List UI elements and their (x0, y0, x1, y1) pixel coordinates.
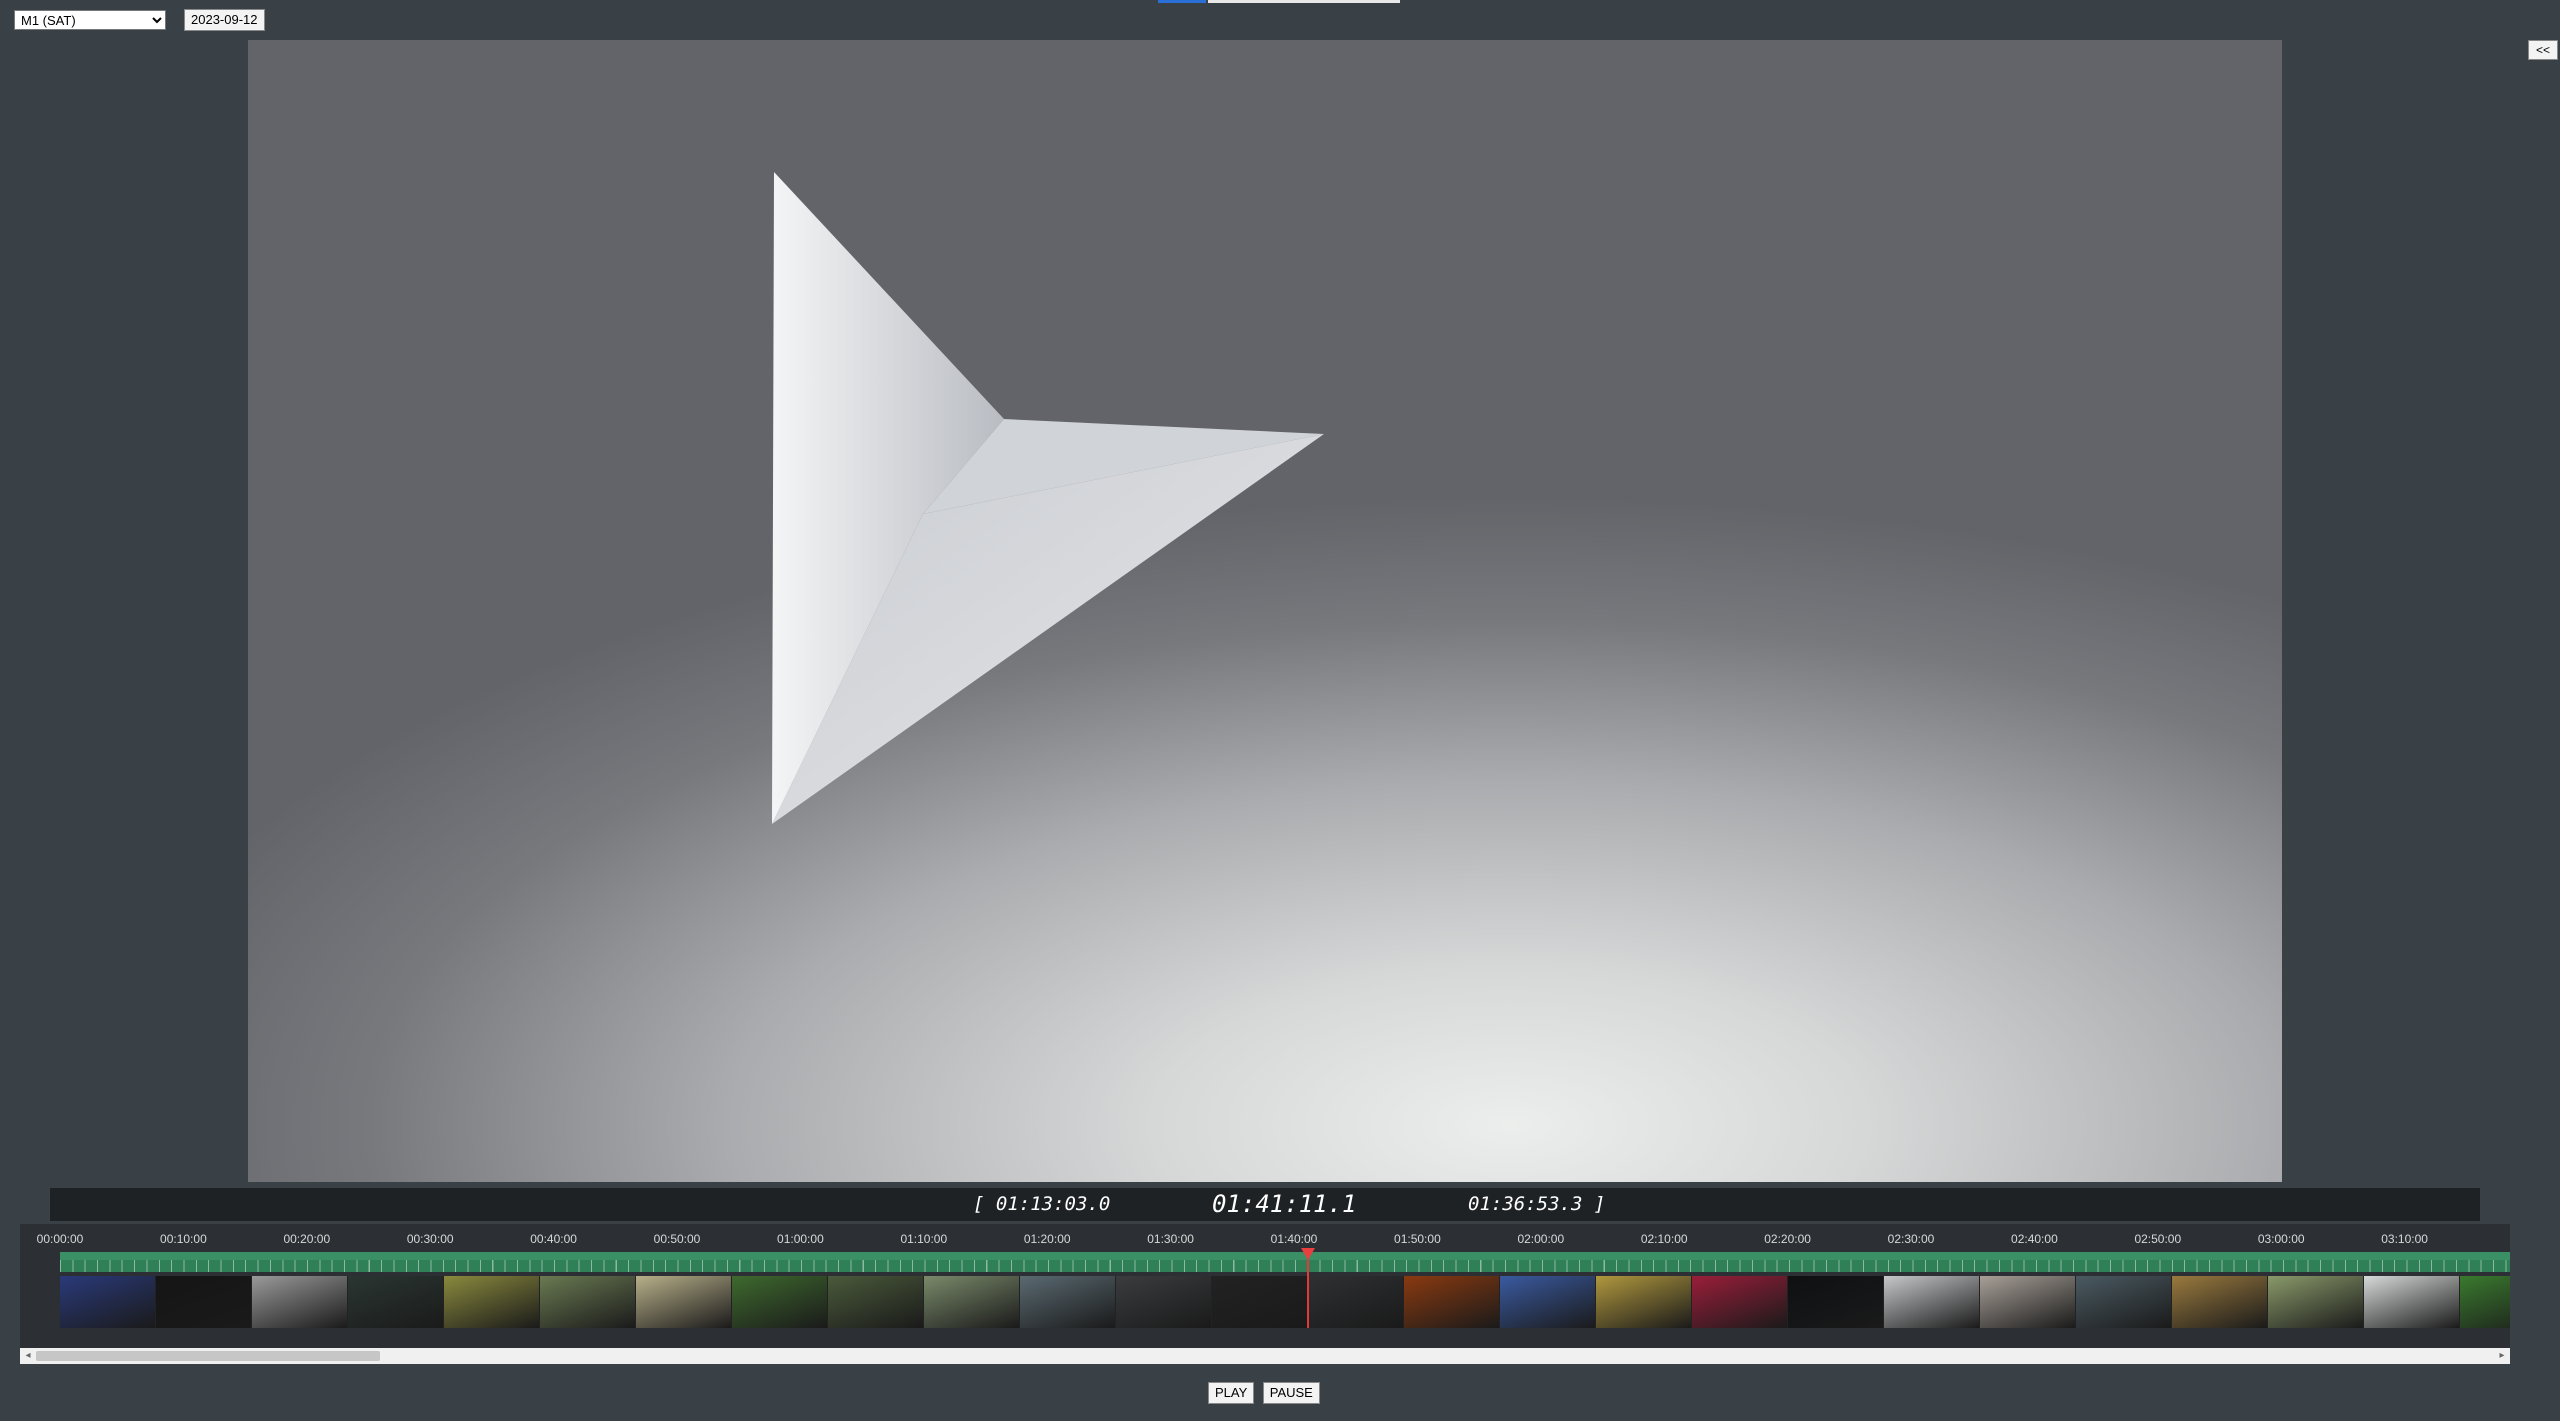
ruler-tick-label: 02:50:00 (2134, 1232, 2182, 1246)
thumbnail[interactable] (1116, 1276, 1212, 1328)
timeline[interactable]: 00:00:00 00:10:00 00:20:00 00:30:00 00:40:00… (20, 1224, 2510, 1364)
ruler-tick-label: 01:40:00 (1270, 1232, 1318, 1246)
playhead-marker-icon[interactable] (1301, 1248, 1315, 1260)
thumbnail[interactable] (732, 1276, 828, 1328)
timecode-bar: [ 01:13:03.0 01:41:11.1 01:36:53.3 ] (50, 1188, 2480, 1221)
channel-select[interactable]: M1 (SAT) (14, 10, 166, 30)
ruler-tick-label: 00:40:00 (530, 1232, 577, 1246)
playback-controls: PLAY PAUSE (1208, 1382, 1324, 1406)
thumbnail[interactable] (2172, 1276, 2268, 1328)
ruler-tick-label: 02:00:00 (1517, 1232, 1565, 1246)
thumbnail[interactable] (2076, 1276, 2172, 1328)
thumbnail[interactable] (1884, 1276, 1980, 1328)
ruler-tick-label: 01:20:00 (1023, 1232, 1071, 1246)
out-point-timecode[interactable]: 01:36:53.3 ] (1468, 1188, 1605, 1221)
scroll-right-icon[interactable]: ▸ (2494, 1348, 2510, 1364)
play-button[interactable]: PLAY (1208, 1382, 1255, 1404)
timeline-track[interactable] (60, 1252, 2510, 1272)
ruler-tick-label: 01:50:00 (1394, 1232, 1441, 1246)
ruler-tick-label: 00:00:00 (36, 1232, 84, 1246)
ruler-tick-label: 03:10:00 (2381, 1232, 2428, 1246)
timeline-scrollbar[interactable]: ◂ ▸ (20, 1348, 2510, 1364)
thumbnail[interactable] (348, 1276, 444, 1328)
current-timecode: 01:41:11.1 (1212, 1190, 1357, 1218)
thumbnail[interactable] (1404, 1276, 1500, 1328)
top-progress-indicator (1158, 0, 1206, 3)
thumbnail[interactable] (444, 1276, 540, 1328)
video-frame-graphic (772, 172, 1324, 824)
thumbnail[interactable] (1692, 1276, 1788, 1328)
thumbnail[interactable] (924, 1276, 1020, 1328)
ruler-tick-label: 00:30:00 (406, 1232, 454, 1246)
ruler-tick-label: 00:50:00 (653, 1232, 701, 1246)
ruler-tick-label: 01:10:00 (900, 1232, 948, 1246)
ruler-tick-label: 01:00:00 (777, 1232, 824, 1246)
thumbnail-strip[interactable] (60, 1276, 2510, 1328)
thumbnail[interactable] (156, 1276, 252, 1328)
pause-button[interactable]: PAUSE (1262, 1382, 1320, 1404)
thumbnail[interactable] (1212, 1276, 1308, 1328)
ruler-tick-label: 02:30:00 (1887, 1232, 1935, 1246)
thumbnail[interactable] (636, 1276, 732, 1328)
ruler-tick-label: 00:10:00 (160, 1232, 207, 1246)
ruler-tick-label: 03:00:00 (2257, 1232, 2305, 1246)
thumbnail[interactable] (2460, 1276, 2510, 1328)
thumbnail[interactable] (1020, 1276, 1116, 1328)
in-point-timecode[interactable]: [ 01:13:03.0 (973, 1188, 1110, 1221)
ruler-tick-label: 02:10:00 (1640, 1232, 1688, 1246)
thumbnail[interactable] (2268, 1276, 2364, 1328)
top-toolbar: M1 (SAT) 2023-09-12 << (0, 0, 2560, 60)
thumbnail[interactable] (60, 1276, 156, 1328)
thumbnail[interactable] (2364, 1276, 2460, 1328)
thumbnail[interactable] (1308, 1276, 1404, 1328)
top-progress-track (1208, 0, 1400, 3)
ruler-tick-label: 00:20:00 (283, 1232, 331, 1246)
date-button[interactable]: 2023-09-12 (184, 9, 265, 31)
scrollbar-thumb[interactable] (36, 1351, 380, 1361)
scroll-left-icon[interactable]: ◂ (20, 1348, 36, 1364)
thumbnail[interactable] (1596, 1276, 1692, 1328)
app-root: M1 (SAT) 2023-09-12 << [ 01:13:03.0 01:4… (0, 0, 2560, 1421)
thumbnail[interactable] (252, 1276, 348, 1328)
playhead[interactable] (1301, 1248, 1315, 1328)
ruler-tick-label: 01:30:00 (1147, 1232, 1194, 1246)
video-player[interactable] (248, 40, 2282, 1182)
collapse-panel-button[interactable]: << (2528, 40, 2558, 60)
thumbnail[interactable] (1500, 1276, 1596, 1328)
time-ruler[interactable]: 00:00:00 00:10:00 00:20:00 00:30:00 00:40:00… (20, 1224, 2510, 1252)
thumbnail[interactable] (828, 1276, 924, 1328)
thumbnail[interactable] (1788, 1276, 1884, 1328)
ruler-tick-label: 02:40:00 (2011, 1232, 2058, 1246)
thumbnail[interactable] (1980, 1276, 2076, 1328)
thumbnail[interactable] (540, 1276, 636, 1328)
ruler-tick-label: 02:20:00 (1764, 1232, 1811, 1246)
